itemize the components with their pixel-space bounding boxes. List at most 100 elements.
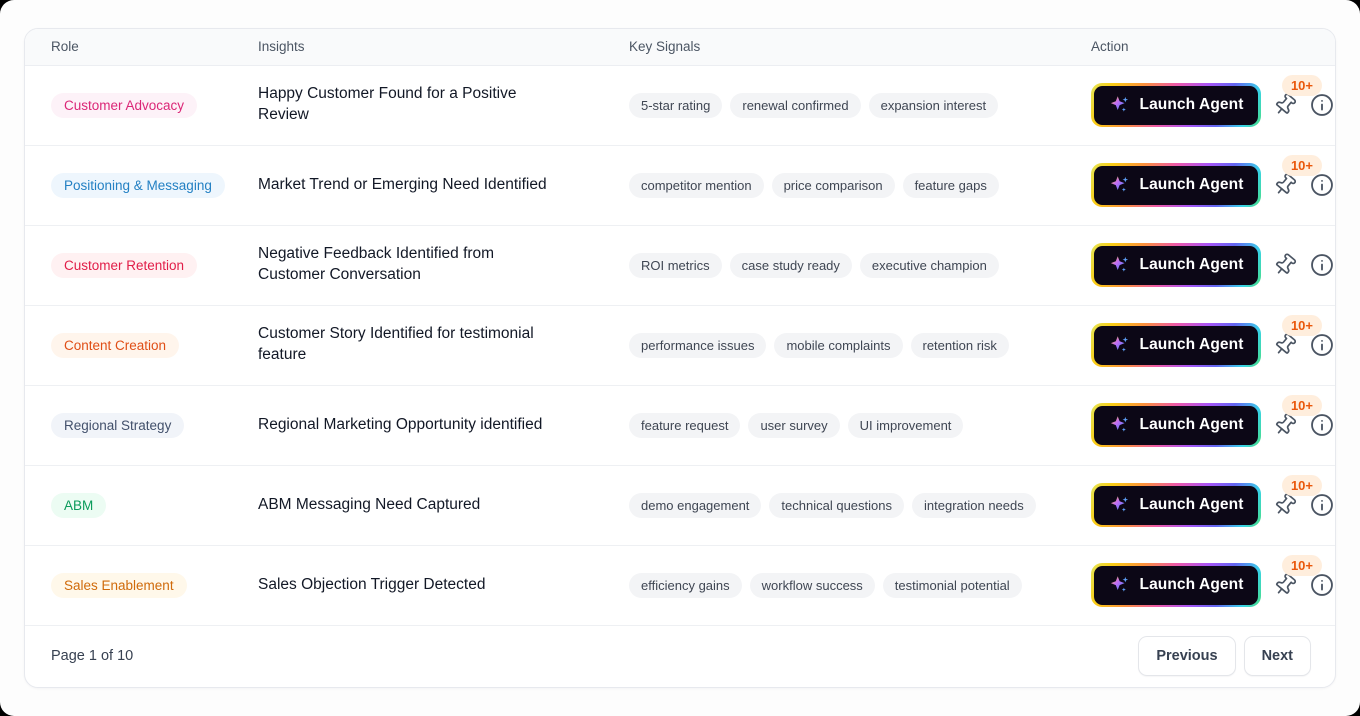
role-badge: Customer Retention — [51, 252, 198, 278]
info-icon — [1309, 92, 1335, 118]
column-header-key-signals: Key Signals — [629, 39, 701, 55]
launch-agent-button[interactable]: Launch Agent — [1093, 85, 1259, 125]
action-cell: Launch Agent — [1065, 546, 1335, 625]
table-footer: Page 1 of 10 Previous Next — [25, 626, 1335, 687]
pin-button[interactable] — [1273, 333, 1297, 357]
info-icon — [1309, 332, 1335, 358]
launch-agent-button[interactable]: Launch Agent — [1093, 325, 1259, 365]
table-header-row: Role Insights Key Signals Action — [25, 29, 1335, 66]
launch-agent-button[interactable]: Launch Agent — [1093, 485, 1259, 525]
column-header-action: Action — [1091, 39, 1129, 55]
info-button[interactable] — [1309, 332, 1335, 358]
table-row: Customer Retention Negative Feedback Ide… — [25, 225, 1335, 306]
signal-chip: performance issues — [629, 332, 767, 358]
sparkles-icon — [1109, 94, 1131, 116]
signal-chip: 5-star rating — [629, 92, 723, 118]
signal-chip: case study ready — [729, 252, 852, 278]
role-badge: Customer Advocacy — [51, 92, 198, 118]
launch-agent-button-border: Launch Agent — [1091, 163, 1261, 208]
pin-icon — [1273, 93, 1297, 117]
signal-chip: ROI metrics — [629, 252, 722, 278]
signal-chip: feature gaps — [902, 172, 999, 198]
info-button[interactable] — [1309, 172, 1335, 198]
count-badge: 10+ — [1281, 154, 1322, 177]
info-button[interactable] — [1309, 492, 1335, 518]
action-cell: Launch Agent — [1065, 66, 1335, 145]
table-row: Regional Strategy Regional Marketing Opp… — [25, 385, 1335, 466]
launch-agent-label: Launch Agent — [1139, 256, 1244, 274]
pin-button[interactable] — [1273, 93, 1297, 117]
action-cell: Launch Agent — [1065, 306, 1335, 385]
launch-agent-label: Launch Agent — [1139, 416, 1244, 434]
pin-button[interactable] — [1273, 253, 1297, 277]
info-icon — [1309, 412, 1335, 438]
pin-button[interactable] — [1273, 493, 1297, 517]
page-background: Role Insights Key Signals Action Custome… — [0, 0, 1360, 716]
signals-list: performance issues mobile complaints reten… — [603, 332, 1065, 358]
sparkles-icon — [1109, 494, 1131, 516]
next-button[interactable]: Next — [1243, 636, 1311, 677]
pagination-controls: Previous Next — [1138, 636, 1311, 677]
role-cell: Content Creation — [25, 332, 232, 358]
table-row: Customer Advocacy Happy Customer Found f… — [25, 65, 1335, 146]
info-icon — [1309, 492, 1335, 518]
previous-button[interactable]: Previous — [1138, 636, 1236, 677]
signal-chip: mobile complaints — [774, 332, 903, 358]
pin-icon — [1273, 333, 1297, 357]
launch-agent-button[interactable]: Launch Agent — [1093, 165, 1259, 205]
signal-chip: demo engagement — [629, 492, 762, 518]
launch-agent-label: Launch Agent — [1139, 496, 1244, 514]
signal-chip: price comparison — [771, 172, 895, 198]
role-badge: Sales Enablement — [51, 572, 187, 598]
pin-button[interactable] — [1273, 413, 1297, 437]
signal-chip: retention risk — [910, 332, 1009, 358]
signal-chip: expansion interest — [868, 92, 999, 118]
signals-list: feature request user survey UI improvement — [603, 412, 1065, 438]
launch-agent-button[interactable]: Launch Agent — [1093, 405, 1259, 445]
role-cell: Regional Strategy — [25, 412, 232, 438]
launch-agent-button[interactable]: Launch Agent — [1093, 565, 1259, 605]
signals-list: efficiency gains workflow success testimon… — [603, 572, 1065, 598]
pin-icon — [1273, 173, 1297, 197]
role-badge: ABM — [51, 492, 107, 518]
sparkles-icon — [1109, 174, 1131, 196]
launch-agent-button-border: Launch Agent — [1091, 483, 1261, 528]
count-badge: 10+ — [1281, 394, 1322, 417]
pin-icon — [1273, 573, 1297, 597]
signal-chip: workflow success — [749, 572, 875, 598]
launch-agent-button-border: Launch Agent — [1091, 323, 1261, 368]
pin-icon — [1273, 493, 1297, 517]
launch-agent-button-border: Launch Agent — [1091, 83, 1261, 128]
launch-agent-button[interactable]: Launch Agent — [1093, 245, 1259, 285]
action-cell: Launch Agent — [1065, 226, 1335, 305]
action-cell: Launch Agent — [1065, 146, 1335, 225]
role-cell: Positioning & Messaging — [25, 172, 232, 198]
launch-agent-label: Launch Agent — [1139, 576, 1244, 594]
info-icon — [1309, 572, 1335, 598]
info-button[interactable] — [1309, 92, 1335, 118]
role-cell: ABM — [25, 492, 232, 518]
count-badge: 10+ — [1281, 474, 1322, 497]
pin-icon — [1273, 253, 1297, 277]
table-row: Content Creation Customer Story Identifi… — [25, 305, 1335, 386]
insight-text: ABM Messaging Need Captured — [258, 495, 481, 513]
insight-text: Market Trend or Emerging Need Identified — [258, 175, 547, 193]
launch-agent-label: Launch Agent — [1139, 96, 1244, 114]
info-button[interactable] — [1309, 412, 1335, 438]
count-badge: 10+ — [1281, 74, 1322, 97]
launch-agent-button-border: Launch Agent — [1091, 243, 1261, 288]
signal-chip: user survey — [748, 412, 840, 438]
launch-agent-label: Launch Agent — [1139, 336, 1244, 354]
signals-list: competitor mention price comparison featur… — [603, 172, 1065, 198]
role-badge: Positioning & Messaging — [51, 172, 225, 198]
info-button[interactable] — [1309, 252, 1335, 278]
info-icon — [1309, 172, 1335, 198]
info-button[interactable] — [1309, 572, 1335, 598]
pin-button[interactable] — [1273, 573, 1297, 597]
signal-chip: testimonial potential — [882, 572, 1022, 598]
insight-text: Happy Customer Found for a Positive Revi… — [258, 85, 517, 124]
sparkles-icon — [1109, 414, 1131, 436]
pin-button[interactable] — [1273, 173, 1297, 197]
role-cell: Sales Enablement — [25, 572, 232, 598]
insights-table-card: Role Insights Key Signals Action Custome… — [24, 28, 1336, 688]
